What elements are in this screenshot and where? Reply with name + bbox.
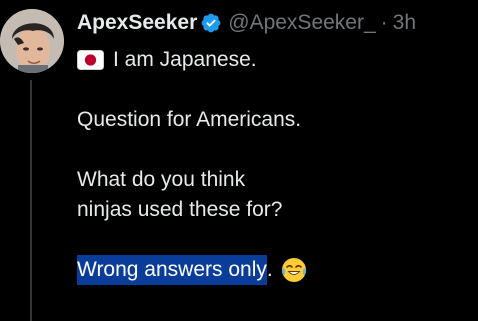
- tweet-line-4-text: ninjas used these for?: [77, 198, 283, 221]
- tweet-line-1: I am Japanese.: [77, 45, 472, 75]
- selected-text[interactable]: Wrong answers only: [77, 255, 267, 285]
- separator-dot: ·: [380, 11, 388, 34]
- tweet-text: I am Japanese. Question for Americans. W…: [77, 45, 472, 285]
- japan-flag-icon: [77, 50, 104, 70]
- avatar[interactable]: [0, 9, 64, 73]
- tweet-line-4: ninjas used these for?: [77, 195, 472, 225]
- avatar-photo: [0, 9, 64, 73]
- tweet-line-2: Question for Americans.: [77, 105, 472, 135]
- verified-badge-icon: [200, 12, 222, 34]
- timestamp[interactable]: 3h: [393, 8, 416, 38]
- tweet-line-3: What do you think: [77, 165, 472, 195]
- thread-line: [30, 80, 32, 321]
- tweet-header: ApexSeeker @ApexSeeker_ · 3h: [77, 8, 416, 38]
- tweet[interactable]: ApexSeeker @ApexSeeker_ · 3h I am Japane…: [0, 0, 478, 321]
- tweet-line-1-text: I am Japanese.: [113, 48, 257, 71]
- tweet-line-2-text: Question for Americans.: [77, 108, 302, 131]
- face-with-tears-of-joy-icon: [281, 257, 307, 283]
- tweet-line-5: Wrong answers only.: [77, 255, 472, 285]
- tweet-line-5-tail: .: [266, 258, 273, 281]
- handle[interactable]: @ApexSeeker_: [228, 8, 375, 38]
- display-name[interactable]: ApexSeeker: [77, 8, 197, 38]
- tweet-line-3-text: What do you think: [77, 168, 246, 191]
